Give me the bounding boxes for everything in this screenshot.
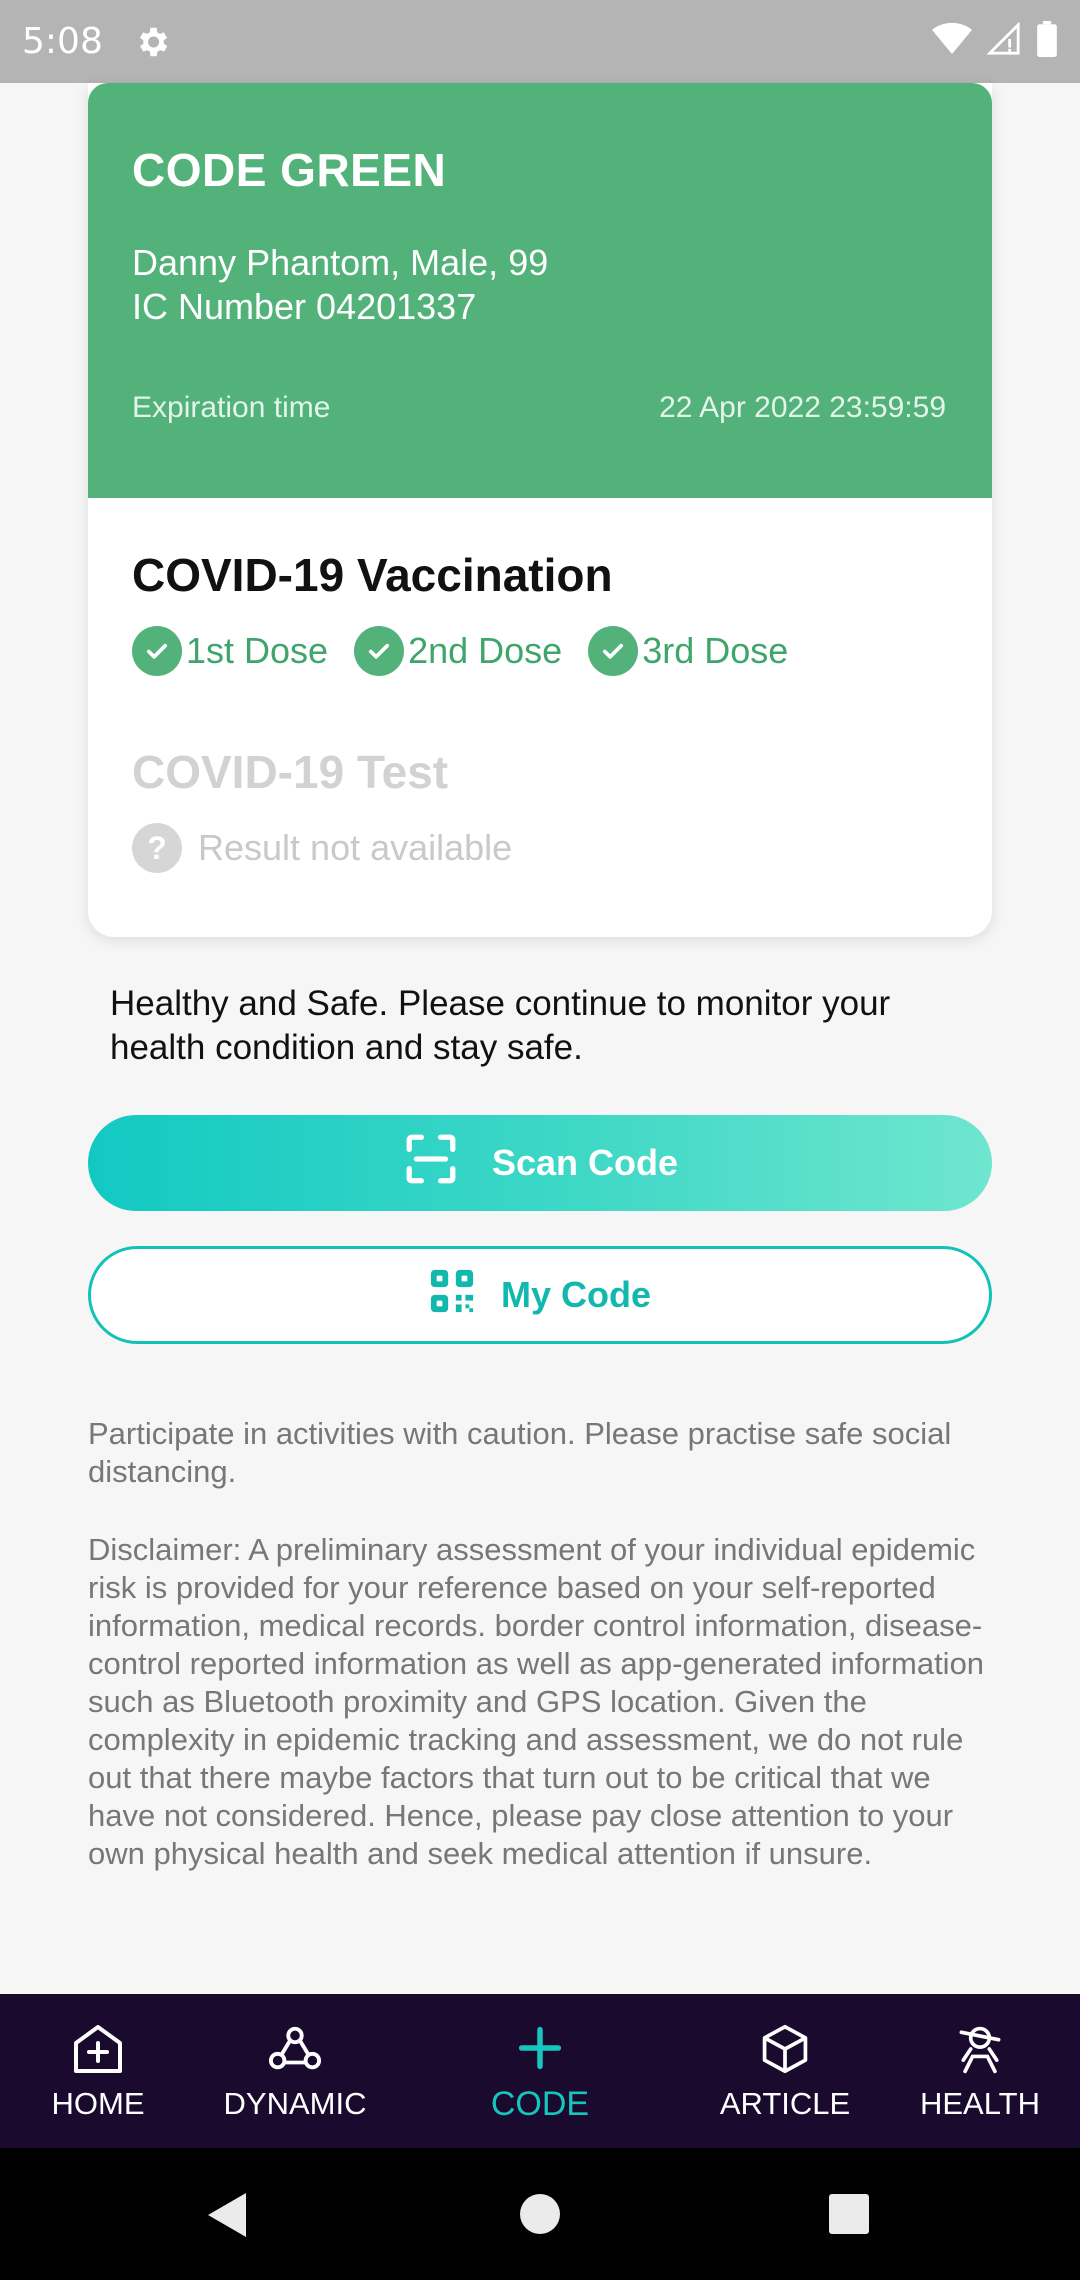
dose-label: 2nd Dose — [408, 630, 563, 671]
check-circle-icon — [354, 626, 405, 676]
network-icon — [268, 2020, 322, 2078]
person-health-icon — [954, 2020, 1006, 2078]
dose-item: 1st Dose — [132, 626, 328, 676]
box-icon — [760, 2020, 810, 2078]
question-circle-icon: ? — [132, 823, 182, 873]
health-code-card: CODE GREEN Danny Phantom, Male, 99 IC Nu… — [88, 83, 992, 937]
code-status-header: CODE GREEN Danny Phantom, Male, 99 IC Nu… — [88, 83, 992, 498]
dose-item: 2nd Dose — [354, 626, 562, 676]
nav-label-code: CODE — [490, 2084, 590, 2123]
signal-icon — [986, 21, 1022, 61]
plus-icon — [518, 2019, 562, 2077]
battery-icon — [1036, 21, 1058, 62]
home-circle-icon[interactable] — [518, 2192, 562, 2241]
qr-code-icon — [429, 1268, 501, 1323]
dose-list: 1st Dose 2nd Dose 3rd Dose — [132, 626, 814, 676]
dose-item: 3rd Dose — [588, 626, 788, 676]
expiration-value: 22 Apr 2022 23:59:59 — [659, 391, 946, 424]
caution-text: Participate in activities with caution. … — [88, 1416, 952, 1489]
scan-icon — [402, 1130, 492, 1197]
dose-label: 3rd Dose — [642, 630, 789, 671]
bottom-navigation: HOME DYNAMIC CODE ARTICLE HEALTH — [0, 1994, 1080, 2148]
test-result-label: Result not available — [198, 827, 513, 868]
test-title: COVID-19 Test — [132, 746, 449, 798]
scan-code-button[interactable]: Scan Code — [88, 1115, 992, 1211]
check-circle-icon — [588, 626, 639, 676]
my-code-button[interactable]: My Code — [88, 1246, 992, 1344]
recents-square-icon[interactable] — [828, 2193, 870, 2240]
nav-item-health[interactable]: HEALTH — [910, 1994, 1050, 2148]
vaccination-title: COVID-19 Vaccination — [132, 549, 613, 601]
my-code-label: My Code — [500, 1274, 651, 1315]
test-result: ? Result not available — [132, 823, 512, 873]
nav-label-health: HEALTH — [919, 2086, 1040, 2121]
nav-label-dynamic: DYNAMIC — [223, 2086, 367, 2121]
back-icon[interactable] — [204, 2191, 250, 2244]
nav-item-code[interactable]: CODE — [470, 1994, 610, 2148]
nav-label-home: HOME — [51, 2086, 145, 2121]
nav-item-home[interactable]: HOME — [38, 1994, 158, 2148]
person-name-gender-age: Danny Phantom, Male, 99 — [132, 242, 549, 283]
expiration-label: Expiration time — [132, 391, 331, 424]
dose-label: 1st Dose — [186, 630, 329, 671]
wifi-icon — [932, 22, 972, 61]
gear-icon — [133, 23, 171, 61]
nav-item-article[interactable]: ARTICLE — [710, 1994, 860, 2148]
check-circle-icon — [132, 626, 182, 676]
system-navigation-bar — [0, 2148, 1080, 2280]
home-plus-icon — [70, 2020, 126, 2078]
nav-label-article: ARTICLE — [719, 2086, 851, 2121]
person-ic-number: IC Number 04201337 — [132, 286, 477, 327]
health-status-message: Healthy and Safe. Please continue to mon… — [110, 984, 891, 1067]
status-time: 5:08 — [22, 21, 103, 62]
code-status-title: CODE GREEN — [132, 144, 447, 196]
scan-code-label: Scan Code — [491, 1142, 679, 1183]
person-info: Danny Phantom, Male, 99 IC Number 042013… — [132, 241, 548, 329]
nav-item-dynamic[interactable]: DYNAMIC — [210, 1994, 380, 2148]
disclaimer-text: Disclaimer: A preliminary assessment of … — [88, 1532, 985, 1871]
status-bar: 5:08 — [0, 0, 1080, 83]
